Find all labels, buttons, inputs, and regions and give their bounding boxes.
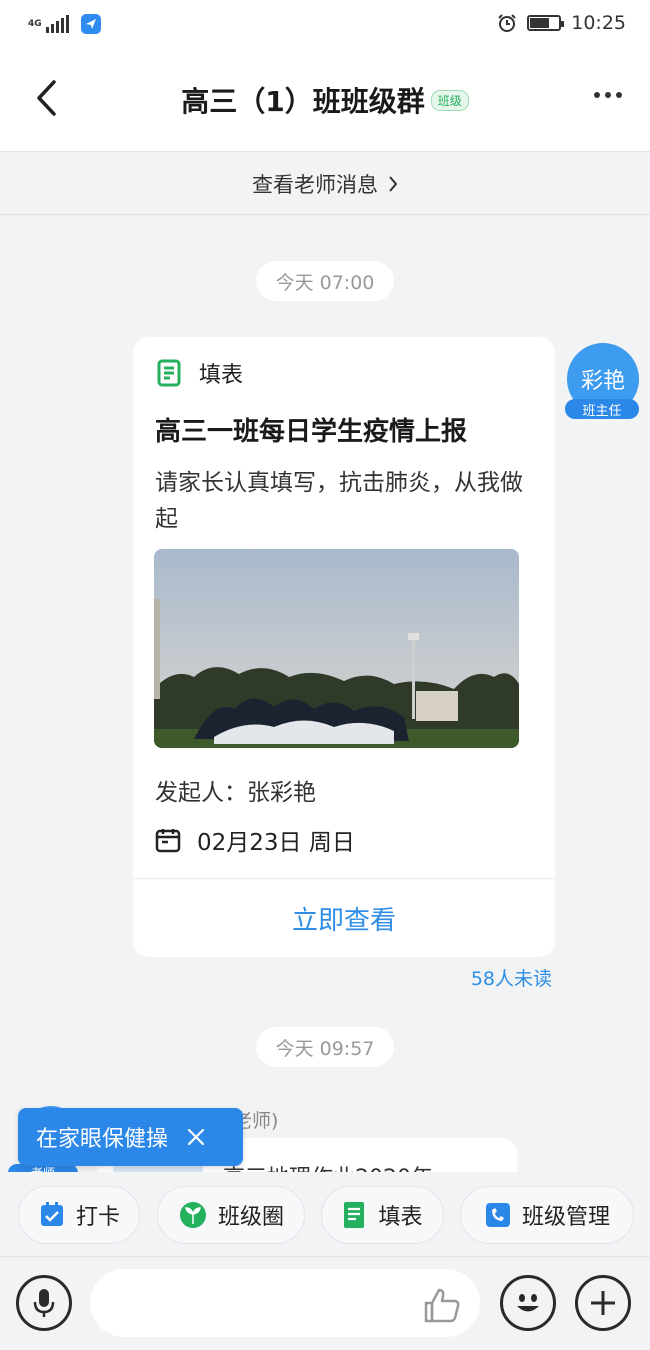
quick-action-bar: 打卡 班级圈 填表 班级管理 (0, 1172, 650, 1256)
form-card[interactable]: 填表 高三一班每日学生疫情上报 请家长认真填写，抗击肺炎，从我做起 发起人：张彩… (133, 337, 555, 957)
quick-action-label: 班级管理 (521, 1205, 610, 1230)
teacher-bar-label: 查看老师消息 (252, 172, 378, 197)
form-icon (157, 359, 181, 387)
quick-action-form[interactable]: 填表 (321, 1186, 444, 1244)
quick-action-checkin[interactable]: 打卡 (18, 1186, 140, 1244)
like-button[interactable] (420, 1283, 464, 1327)
input-bar (0, 1256, 650, 1350)
timestamp: 今天 09:57 (256, 1027, 394, 1067)
class-photo[interactable] (154, 549, 519, 748)
quick-action-class-manage[interactable]: 班级管理 (460, 1186, 634, 1244)
microphone-icon (33, 1289, 55, 1317)
more-button[interactable] (586, 80, 630, 110)
alarm-icon (498, 14, 516, 32)
card-date: 02月23日 周日 (155, 823, 355, 857)
unread-count[interactable]: 58人未读 (471, 964, 552, 991)
thumbs-up-icon (424, 1288, 460, 1323)
voice-button[interactable] (16, 1275, 72, 1331)
quick-action-label: 打卡 (75, 1205, 120, 1230)
card-initiator: 发起人：张彩艳 (155, 780, 316, 806)
page-title: 高三（1）班班级群 (181, 85, 425, 118)
card-title: 高三一班每日学生疫情上报 (155, 417, 468, 447)
signal-icon (46, 15, 69, 33)
battery-icon (527, 15, 565, 31)
floating-tip[interactable]: 在家眼保健操 (18, 1108, 243, 1166)
view-now-button[interactable]: 立即查看 (133, 879, 555, 957)
card-type-label: 填表 (199, 363, 244, 388)
quick-action-label: 班级圈 (217, 1205, 284, 1230)
emoji-button[interactable] (500, 1275, 556, 1331)
class-circle-icon (179, 1202, 206, 1228)
emoji-icon (517, 1294, 539, 1312)
app-notification-icon (81, 14, 101, 34)
timestamp: 今天 07:00 (256, 261, 394, 301)
card-description: 请家长认真填写，抗击肺炎，从我做起 (155, 470, 523, 532)
plus-icon (591, 1291, 615, 1315)
status-bar: 4G 10:25 (0, 0, 650, 52)
more-icon (594, 92, 600, 98)
view-teacher-messages[interactable]: 查看老师消息 (0, 153, 650, 215)
card-date-text: 02月23日 周日 (197, 830, 355, 856)
role-badge: 班主任 (565, 399, 639, 419)
checkin-icon (40, 1202, 63, 1226)
status-time: 10:25 (571, 12, 626, 34)
add-button[interactable] (575, 1275, 631, 1331)
calendar-icon (155, 829, 181, 853)
class-manage-icon (485, 1203, 510, 1227)
close-icon[interactable] (186, 1127, 206, 1147)
class-tag: 班级 (430, 89, 469, 111)
floating-tip-label: 在家眼保健操 (36, 1127, 169, 1152)
card-type: 填表 (155, 357, 243, 389)
chat-header: 高三（1）班班级群 班级 (0, 52, 650, 152)
network-type: 4G (28, 18, 42, 29)
chevron-right-icon (389, 175, 398, 192)
quick-action-label: 填表 (378, 1205, 423, 1230)
form-icon (344, 1202, 365, 1228)
quick-action-class-circle[interactable]: 班级圈 (157, 1186, 305, 1244)
